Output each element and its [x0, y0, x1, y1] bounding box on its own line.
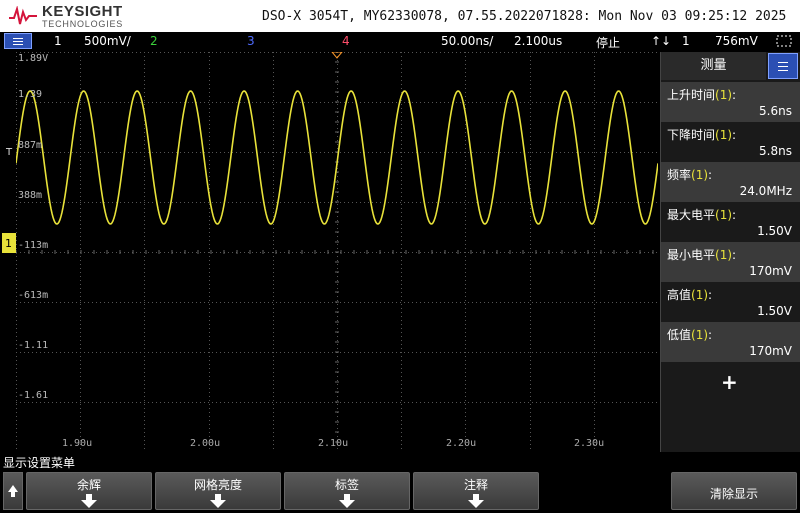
- y-axis-label: 388m: [18, 190, 43, 201]
- trigger-edge-icon[interactable]: ↑↓: [651, 34, 671, 48]
- arrow-down-icon: [339, 494, 355, 508]
- measurement-value: 5.8ns: [759, 144, 792, 158]
- softkey-annotation-label: 注释: [463, 478, 488, 492]
- measurement-channel: (1): [691, 328, 709, 342]
- measurement-value: 24.0MHz: [739, 184, 792, 198]
- measurement-value: 1.50V: [757, 304, 792, 318]
- title-bar: KEYSIGHT TECHNOLOGIES DSO-X 3054T, MY623…: [0, 0, 800, 32]
- measurement-value: 170mV: [749, 344, 792, 358]
- add-measurement-button[interactable]: +: [721, 370, 738, 394]
- brand-subtitle: TECHNOLOGIES: [42, 19, 124, 29]
- softkey-labels-label: 标签: [334, 478, 359, 492]
- measurement-item[interactable]: 最大电平(1): 1.50V: [661, 202, 800, 242]
- measurement-channel: (1): [715, 88, 733, 102]
- measurement-name: 高值(1):: [667, 288, 713, 302]
- menu-up-button[interactable]: [3, 472, 23, 510]
- y-axis-label: -1.61: [18, 390, 49, 401]
- measurement-channel: (1): [715, 208, 733, 222]
- softkey-menu-title: 显示设置菜单: [3, 456, 76, 470]
- run-state[interactable]: 停止: [596, 34, 620, 51]
- measurement-item[interactable]: 上升时间(1): 5.6ns: [661, 82, 800, 122]
- measurement-name: 下降时间(1):: [667, 128, 737, 142]
- measurement-value: 5.6ns: [759, 104, 792, 118]
- timebase-delay[interactable]: 2.100us: [514, 34, 562, 48]
- measurement-name: 低值(1):: [667, 328, 713, 342]
- trigger-source[interactable]: 1: [682, 34, 690, 48]
- measurement-channel: (1): [691, 288, 709, 302]
- waveform-display[interactable]: [16, 52, 658, 452]
- instrument-title: DSO-X 3054T, MY62330078, 07.55.202207182…: [262, 9, 787, 24]
- keysight-wave-icon: [9, 6, 37, 25]
- measurement-name: 频率(1):: [667, 168, 713, 182]
- clear-display-button[interactable]: 清除显示: [671, 472, 797, 510]
- softkey-persistence[interactable]: 余辉: [26, 472, 152, 510]
- x-axis-label: 2.00u: [190, 438, 221, 449]
- y-axis-label: -1.11: [18, 340, 49, 351]
- x-axis-label: 1.90u: [62, 438, 93, 449]
- measurement-item[interactable]: 最小电平(1): 170mV: [661, 242, 800, 282]
- main-menu-icon[interactable]: [4, 33, 32, 49]
- measurement-menu-icon[interactable]: [768, 53, 798, 79]
- ch1-number[interactable]: 1: [54, 34, 62, 48]
- measurement-item[interactable]: 高值(1): 1.50V: [661, 282, 800, 322]
- softkey-annotation[interactable]: 注释: [413, 472, 539, 510]
- measurement-name: 最大电平(1):: [667, 208, 737, 222]
- softkey-persistence-label: 余辉: [76, 478, 101, 492]
- measurement-channel: (1): [715, 128, 733, 142]
- svg-text:1: 1: [5, 237, 12, 250]
- softkey-labels[interactable]: 标签: [284, 472, 410, 510]
- zoom-icon[interactable]: [775, 33, 795, 49]
- measurement-panel: 测量 上升时间(1): 5.6ns 下降时间(1): 5.8ns 频率(1): 24.0M…: [660, 52, 800, 452]
- x-axis-label: 2.30u: [574, 438, 605, 449]
- measurement-item[interactable]: 频率(1): 24.0MHz: [661, 162, 800, 202]
- measurement-value: 170mV: [749, 264, 792, 278]
- status-bar: 1 500mV/ 2 3 4 50.00ns/ 2.100us 停止 ↑↓ 1 …: [0, 32, 800, 51]
- clear-display-label: 清除显示: [709, 487, 758, 501]
- measurement-header[interactable]: 测量: [661, 52, 766, 80]
- keysight-logo: KEYSIGHT TECHNOLOGIES: [8, 3, 128, 29]
- y-axis-label: 1.89V: [18, 53, 49, 64]
- arrow-down-icon: [81, 494, 97, 508]
- x-axis-label: 2.20u: [446, 438, 477, 449]
- measurement-channel: (1): [715, 248, 733, 262]
- y-axis-label: -613m: [18, 290, 49, 301]
- measurement-name: 最小电平(1):: [667, 248, 737, 262]
- x-axis-label: 2.10u: [318, 438, 349, 449]
- ch3-number[interactable]: 3: [247, 34, 255, 48]
- ch4-number[interactable]: 4: [342, 34, 350, 48]
- measurement-value: 1.50V: [757, 224, 792, 238]
- trigger-level[interactable]: 756mV: [715, 34, 758, 48]
- graticule: [16, 52, 658, 449]
- measurement-item[interactable]: 低值(1): 170mV: [661, 322, 800, 362]
- softkey-grid-intensity-label: 网格亮度: [193, 478, 242, 492]
- ch1-scale[interactable]: 500mV/: [84, 34, 131, 48]
- timebase-scale[interactable]: 50.00ns/: [441, 34, 493, 48]
- arrow-down-icon: [210, 494, 226, 508]
- y-axis-label: -113m: [18, 240, 49, 251]
- arrow-up-icon: [8, 485, 18, 497]
- measurement-item[interactable]: 下降时间(1): 5.8ns: [661, 122, 800, 162]
- trigger-level-marker[interactable]: T: [6, 147, 12, 158]
- brand-name: KEYSIGHT: [42, 3, 123, 20]
- arrow-down-icon: [468, 494, 484, 508]
- ch1-ground-marker[interactable]: 1: [2, 233, 16, 253]
- y-axis-label: 1.39: [18, 89, 43, 100]
- softkey-grid-intensity[interactable]: 网格亮度: [155, 472, 281, 510]
- measurement-name: 上升时间(1):: [667, 88, 737, 102]
- measurement-channel: (1): [691, 168, 709, 182]
- ch2-number[interactable]: 2: [150, 34, 158, 48]
- y-axis-label: 887m: [18, 140, 43, 151]
